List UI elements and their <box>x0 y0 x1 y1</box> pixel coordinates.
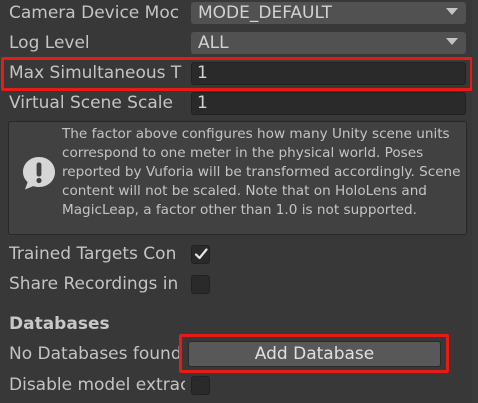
checkmark-icon <box>194 248 208 260</box>
share-recordings-checkbox[interactable] <box>191 275 210 294</box>
disable-model-extraction-label: Disable model extrac <box>9 375 185 395</box>
scrollbar-track[interactable] <box>472 0 478 403</box>
disable-model-extraction-row: Disable model extrac <box>0 373 478 397</box>
log-level-dropdown[interactable]: ALL <box>191 32 466 54</box>
log-level-row: Log Level ALL <box>0 31 478 55</box>
max-simultaneous-row: Max Simultaneous T 1 <box>0 61 478 85</box>
chevron-down-icon <box>446 8 458 15</box>
help-text: The factor above configures how many Uni… <box>62 126 461 218</box>
share-recordings-row: Share Recordings in <box>0 272 478 296</box>
camera-device-mode-value: MODE_DEFAULT <box>198 3 333 23</box>
disable-model-extraction-checkbox[interactable] <box>191 376 210 395</box>
share-recordings-label: Share Recordings in <box>9 274 179 294</box>
no-databases-label: No Databases found <box>9 344 182 364</box>
camera-device-mode-label: Camera Device Moc <box>9 3 180 23</box>
help-box: The factor above configures how many Uni… <box>8 121 467 235</box>
max-simultaneous-value: 1 <box>197 63 208 83</box>
databases-section-title: Databases <box>9 314 110 334</box>
camera-device-mode-dropdown[interactable]: MODE_DEFAULT <box>191 2 466 24</box>
max-simultaneous-field[interactable]: 1 <box>191 62 466 85</box>
vuforia-configuration-inspector: Camera Device Moc MODE_DEFAULT Log Level… <box>0 0 478 403</box>
add-database-button[interactable]: Add Database <box>188 341 441 367</box>
camera-device-mode-row: Camera Device Moc MODE_DEFAULT <box>0 1 478 25</box>
log-level-value: ALL <box>198 33 229 53</box>
exclamation-icon <box>23 157 55 190</box>
trained-targets-label: Trained Targets Con <box>9 244 177 264</box>
virtual-scene-scale-label: Virtual Scene Scale <box>9 93 173 113</box>
trained-targets-checkbox[interactable] <box>191 245 210 264</box>
virtual-scene-scale-row: Virtual Scene Scale 1 <box>0 91 478 115</box>
virtual-scene-scale-value: 1 <box>197 93 208 113</box>
virtual-scene-scale-field[interactable]: 1 <box>191 92 466 115</box>
chevron-down-icon <box>446 38 458 45</box>
trained-targets-row: Trained Targets Con <box>0 242 478 266</box>
log-level-label: Log Level <box>9 33 90 53</box>
max-simultaneous-label: Max Simultaneous T <box>9 63 182 83</box>
